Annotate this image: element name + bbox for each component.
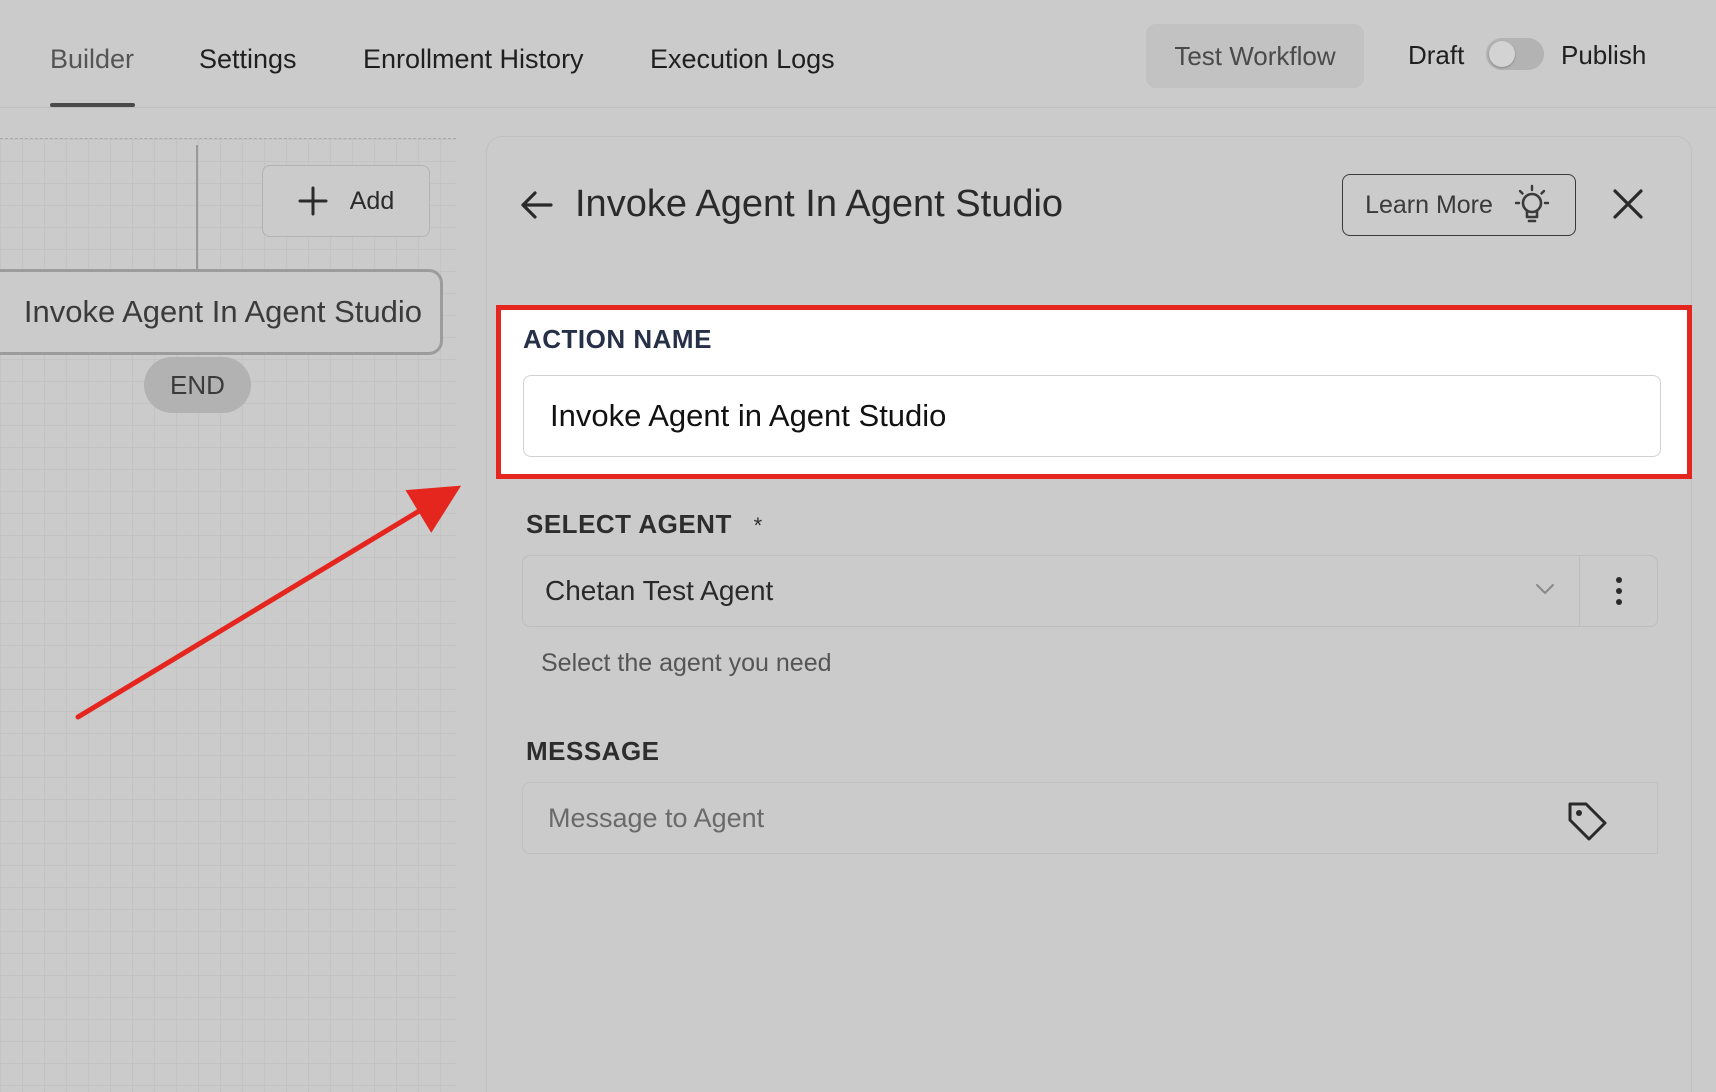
tab-enrollment-history[interactable]: Enrollment History — [363, 44, 584, 75]
lightbulb-icon — [1514, 184, 1550, 223]
action-name-input[interactable]: Invoke Agent in Agent Studio — [523, 375, 1661, 457]
learn-more-label: Learn More — [1365, 190, 1493, 219]
tab-settings[interactable]: Settings — [199, 44, 297, 75]
message-input[interactable]: Message to Agent — [522, 782, 1658, 854]
tab-builder[interactable]: Builder — [50, 44, 134, 75]
message-label: MESSAGE — [526, 736, 660, 766]
select-agent-value: Chetan Test Agent — [545, 575, 774, 606]
select-agent-label: SELECT AGENT * — [526, 509, 763, 540]
more-vertical-icon — [1615, 577, 1622, 605]
toggle-knob — [1489, 41, 1515, 67]
agent-options-button[interactable] — [1580, 555, 1658, 627]
action-name-label: ACTION NAME — [523, 324, 712, 354]
draft-label: Draft — [1408, 40, 1465, 70]
action-name-highlight: ACTION NAME Invoke Agent in Agent Studio — [496, 305, 1692, 479]
add-label: Add — [349, 186, 395, 215]
add-step-button[interactable]: Add — [262, 165, 430, 237]
required-asterisk: * — [753, 513, 763, 538]
tag-icon[interactable] — [1564, 798, 1610, 844]
publish-label: Publish — [1561, 40, 1647, 70]
select-agent-helper: Select the agent you need — [541, 649, 832, 677]
chevron-down-icon — [1536, 584, 1554, 594]
arrow-left-icon[interactable] — [517, 185, 557, 225]
plus-icon — [298, 186, 328, 216]
active-tab-indicator — [50, 103, 135, 107]
end-node: END — [144, 357, 251, 413]
publish-toggle[interactable] — [1486, 38, 1544, 70]
close-icon[interactable] — [1611, 187, 1645, 221]
workflow-node-invoke-agent[interactable]: Invoke Agent In Agent Studio — [0, 269, 443, 355]
tab-execution-logs[interactable]: Execution Logs — [650, 44, 835, 75]
panel-title: Invoke Agent In Agent Studio — [575, 183, 1064, 225]
workflow-canvas[interactable]: Add Invoke Agent In Agent Studio END — [0, 138, 456, 1092]
top-navigation: Builder Settings Enrollment History Exec… — [0, 0, 1716, 108]
select-agent-label-text: SELECT AGENT — [526, 509, 732, 539]
test-workflow-button[interactable]: Test Workflow — [1146, 24, 1364, 88]
select-agent-dropdown[interactable]: Chetan Test Agent — [522, 555, 1580, 627]
learn-more-button[interactable]: Learn More — [1342, 174, 1576, 236]
node-connector — [196, 145, 198, 287]
